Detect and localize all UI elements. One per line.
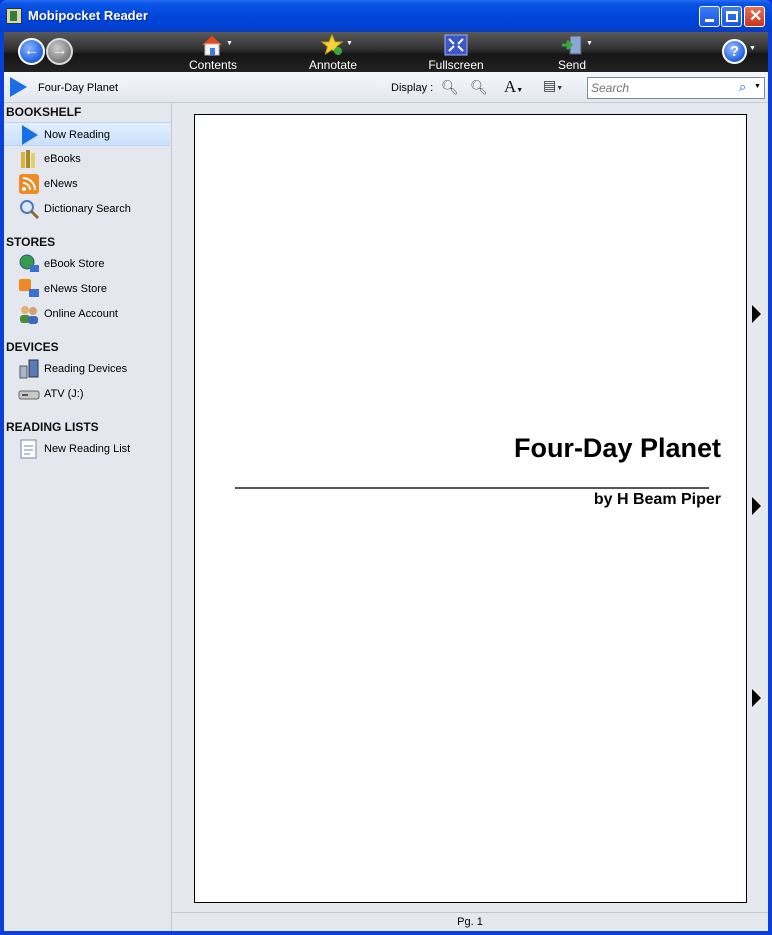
title-rule bbox=[235, 487, 709, 489]
minimize-icon bbox=[705, 19, 714, 22]
info-bar: Four-Day Planet Display : 🔍︎ 🔍︎ A▼ ▤▼ ⌕ … bbox=[4, 72, 768, 103]
main-toolbar: ← → ▼ Contents ▼ Annotate Fullscreen ▼ S… bbox=[4, 32, 768, 72]
sidebar-item-label: Online Account bbox=[44, 308, 118, 320]
window-title: Mobipocket Reader bbox=[28, 8, 148, 23]
next-page-arrow-bottom[interactable] bbox=[752, 689, 761, 707]
sidebar-item-atv-drive[interactable]: ATV (J:) bbox=[4, 382, 170, 406]
drive-icon bbox=[18, 390, 40, 400]
sidebar-item-label: New Reading List bbox=[44, 443, 131, 455]
next-page-arrow-top[interactable] bbox=[752, 305, 761, 323]
sidebar-item-enews[interactable]: eNews bbox=[4, 172, 170, 196]
list-icon bbox=[20, 439, 37, 459]
rss-icon bbox=[19, 174, 39, 194]
sidebar-item-label: ATV (J:) bbox=[44, 388, 84, 400]
sidebar-item-reading-devices[interactable]: Reading Devices bbox=[4, 357, 170, 381]
sidebar-item-label: Now Reading bbox=[44, 129, 111, 141]
sidebar: BOOKSHELF Now Reading eBooks eNews Dicti… bbox=[4, 103, 172, 931]
search-field[interactable]: ⌕ ▼ bbox=[587, 77, 765, 99]
sidebar-item-label: Dictionary Search bbox=[44, 203, 131, 215]
send-device-icon bbox=[562, 35, 582, 55]
fullscreen-label: Fullscreen bbox=[428, 58, 484, 72]
close-button[interactable]: ✕ bbox=[744, 6, 765, 27]
minimize-button[interactable] bbox=[699, 6, 720, 27]
contents-dropdown-icon: ▼ bbox=[226, 40, 233, 47]
back-button[interactable]: ← bbox=[18, 38, 45, 65]
section-devices: DEVICES bbox=[6, 340, 59, 354]
fullscreen-button[interactable]: Fullscreen bbox=[420, 32, 492, 72]
section-stores: STORES bbox=[6, 235, 56, 249]
sidebar-item-new-reading-list[interactable]: New Reading List bbox=[4, 437, 170, 461]
forward-arrow-icon: → bbox=[51, 42, 68, 59]
sidebar-item-enews-store[interactable]: eNews Store bbox=[4, 277, 170, 301]
book-page[interactable]: Four-Day Planet by H Beam Piper bbox=[194, 114, 747, 903]
maximize-icon bbox=[726, 11, 738, 22]
sidebar-item-dictionary-search[interactable]: Dictionary Search bbox=[4, 197, 170, 221]
back-arrow-icon: ← bbox=[23, 42, 40, 59]
status-bar: Pg. 1 bbox=[172, 912, 768, 931]
fullscreen-icon bbox=[444, 34, 468, 56]
zoom-out-icon[interactable]: 🔍︎ bbox=[441, 79, 459, 96]
search-icon[interactable]: ⌕ bbox=[739, 79, 746, 95]
sidebar-item-ebooks[interactable]: eBooks bbox=[4, 147, 170, 171]
maximize-button[interactable] bbox=[721, 6, 742, 27]
search-dropdown-icon[interactable]: ▼ bbox=[754, 83, 761, 90]
rss-store-icon bbox=[19, 279, 39, 297]
search-input[interactable] bbox=[591, 80, 731, 96]
contents-label: Contents bbox=[188, 58, 238, 72]
annotate-button[interactable]: ▼ Annotate bbox=[302, 32, 364, 72]
help-dropdown-icon[interactable]: ▼ bbox=[749, 45, 756, 52]
star-icon bbox=[320, 34, 344, 56]
app-icon bbox=[6, 8, 22, 24]
font-size-icon[interactable]: A▼ bbox=[504, 77, 523, 97]
title-bar[interactable]: Mobipocket Reader ✕ bbox=[0, 0, 772, 32]
send-button[interactable]: ▼ Send bbox=[544, 32, 600, 72]
home-icon bbox=[202, 36, 222, 56]
forward-button[interactable]: → bbox=[46, 38, 73, 65]
sidebar-item-now-reading[interactable]: Now Reading bbox=[4, 122, 170, 146]
section-reading-lists: READING LISTS bbox=[6, 420, 99, 434]
display-label: Display : bbox=[391, 82, 434, 94]
sidebar-item-label: eBook Store bbox=[44, 258, 105, 270]
books-icon bbox=[21, 150, 35, 168]
help-icon: ? bbox=[729, 43, 740, 60]
client-area: Four-Day Planet Display : 🔍︎ 🔍︎ A▼ ▤▼ ⌕ … bbox=[4, 72, 768, 931]
sidebar-item-label: Reading Devices bbox=[44, 363, 128, 375]
section-bookshelf: BOOKSHELF bbox=[6, 105, 82, 119]
globe-store-icon bbox=[19, 254, 39, 272]
send-dropdown-icon: ▼ bbox=[586, 40, 593, 47]
sidebar-item-label: eNews Store bbox=[44, 283, 107, 295]
send-label: Send bbox=[557, 58, 587, 72]
now-reading-icon bbox=[22, 125, 38, 145]
next-page-arrow-middle[interactable] bbox=[752, 497, 761, 515]
annotate-dropdown-icon: ▼ bbox=[346, 40, 353, 47]
contents-button[interactable]: ▼ Contents bbox=[182, 32, 244, 72]
zoom-in-icon[interactable]: 🔍︎ bbox=[470, 79, 488, 96]
app-window: Mobipocket Reader ✕ ← → ▼ Contents ▼ Ann… bbox=[0, 0, 772, 935]
layout-icon[interactable]: ▤▼ bbox=[543, 77, 563, 94]
users-icon bbox=[20, 306, 38, 324]
sidebar-item-label: eBooks bbox=[44, 153, 81, 165]
help-button[interactable]: ? bbox=[722, 39, 747, 64]
now-reading-icon bbox=[10, 77, 27, 97]
close-icon: ✕ bbox=[749, 8, 763, 25]
book-heading: Four-Day Planet bbox=[513, 433, 721, 463]
devices-icon bbox=[19, 359, 39, 379]
magnifier-icon bbox=[20, 200, 40, 220]
current-book-title[interactable]: Four-Day Planet bbox=[38, 82, 118, 94]
annotate-label: Annotate bbox=[308, 58, 358, 72]
reading-pane: Four-Day Planet by H Beam Piper bbox=[172, 103, 768, 912]
page-number: Pg. 1 bbox=[457, 916, 483, 928]
sidebar-item-ebook-store[interactable]: eBook Store bbox=[4, 252, 170, 276]
book-author: by H Beam Piper bbox=[593, 491, 721, 508]
sidebar-item-online-account[interactable]: Online Account bbox=[4, 302, 170, 326]
sidebar-item-label: eNews bbox=[44, 178, 78, 190]
